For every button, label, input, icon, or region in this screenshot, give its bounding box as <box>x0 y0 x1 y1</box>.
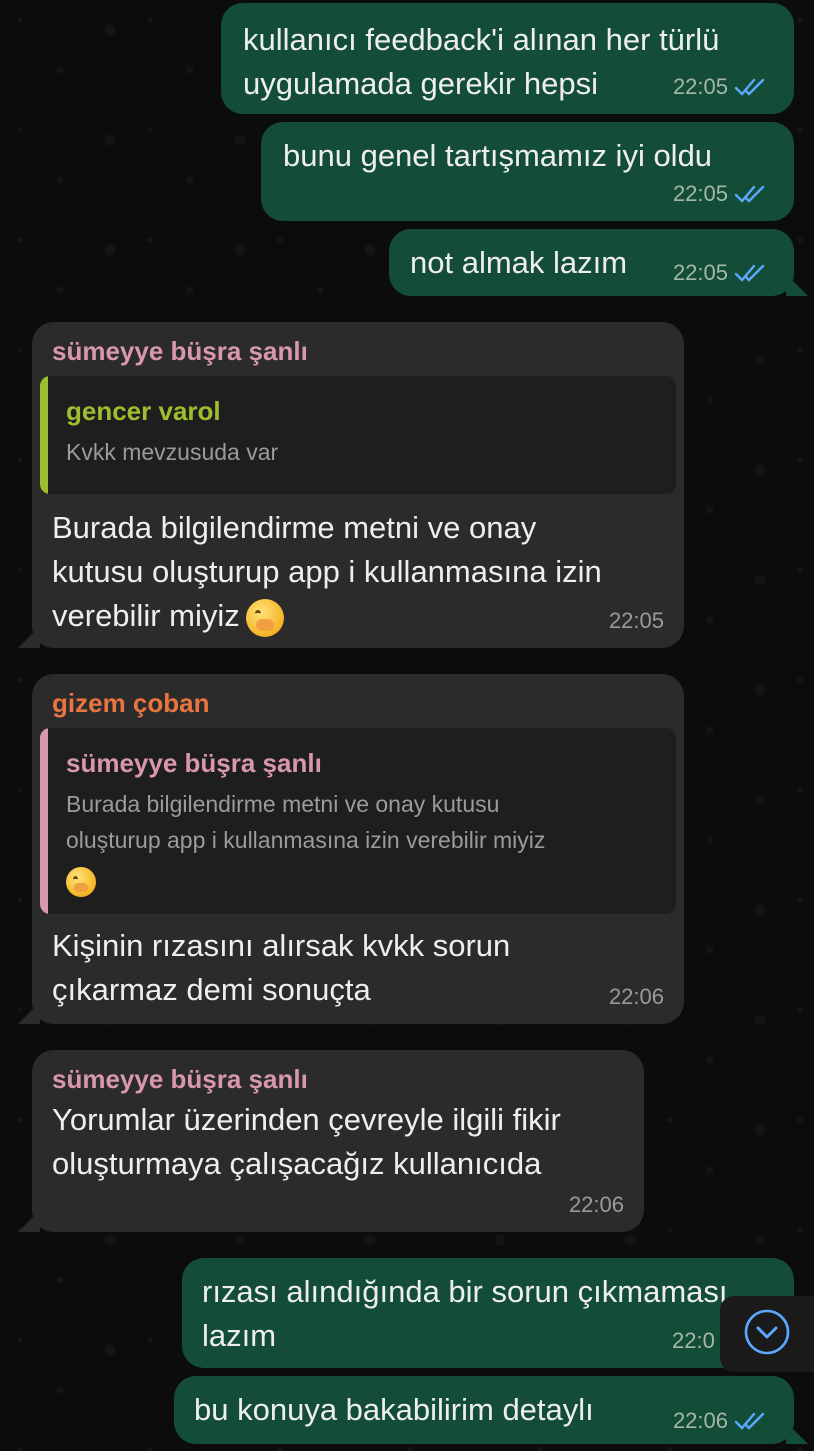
message-time: 22:05 <box>672 74 728 99</box>
outgoing-message[interactable]: kullanıcı feedback'i alınan her türlü uy… <box>221 3 794 114</box>
incoming-message[interactable]: sümeyye büşra şanlı Yorumlar üzerinden ç… <box>18 1050 644 1232</box>
quote-accent-bar <box>40 376 48 494</box>
message-meta: 22:05 <box>609 608 664 634</box>
sender-name: sümeyye büşra şanlı <box>52 1064 308 1094</box>
message-meta: 22:0 <box>672 1328 715 1354</box>
message-time: 22:06 <box>608 984 664 1009</box>
message-time: 22:05 <box>672 181 728 206</box>
message-meta: 22:06 <box>609 984 664 1010</box>
quoted-message[interactable]: sümeyye büşra şanlı Burada bilgilendirme… <box>40 728 676 914</box>
double-check-icon <box>734 184 766 204</box>
quote-text: Kvkk mevzusuda var <box>66 439 279 465</box>
message-text: Burada bilgilendirme metni ve onay kutus… <box>52 510 602 633</box>
message-meta: 22:06 <box>673 1408 766 1434</box>
message-meta: 22:05 <box>673 74 766 100</box>
message-text: bu konuya bakabilirim detaylı <box>194 1392 594 1427</box>
outgoing-message[interactable]: not almak lazım 22:05 <box>389 229 808 296</box>
outgoing-message[interactable]: bu konuya bakabilirim detaylı 22:06 <box>174 1376 808 1444</box>
outgoing-message[interactable]: rızası alındığında bir sorun çıkmaması l… <box>182 1258 794 1368</box>
face-with-hand-over-mouth-icon <box>245 598 284 637</box>
incoming-message[interactable]: gizem çoban sümeyye büşra şanlı Burada b… <box>18 674 684 1024</box>
message-time: 22:06 <box>672 1408 728 1433</box>
face-with-hand-over-mouth-icon <box>66 866 96 897</box>
chevron-down-circle-icon <box>743 1308 791 1361</box>
message-time: 22:05 <box>608 608 664 633</box>
message-text: not almak lazım <box>410 245 628 280</box>
outgoing-message[interactable]: bunu genel tartışmamız iyi oldu 22:05 <box>261 122 794 221</box>
scroll-to-bottom-button[interactable] <box>720 1296 814 1372</box>
quoted-message[interactable]: gencer varol Kvkk mevzusuda var <box>40 376 676 494</box>
quote-sender-name: sümeyye büşra şanlı <box>66 748 322 778</box>
double-check-icon <box>734 1411 766 1431</box>
message-meta: 22:05 <box>673 260 766 286</box>
double-check-icon <box>734 263 766 283</box>
quote-text: Burada bilgilendirme metni ve onay kutus… <box>66 791 546 853</box>
message-text: Yorumlar üzerinden çevreyle ilgili fikir… <box>52 1102 561 1181</box>
message-meta: 22:06 <box>569 1192 624 1218</box>
quote-sender-name: gencer varol <box>66 396 221 426</box>
message-time: 22:05 <box>672 260 728 285</box>
quote-accent-bar <box>40 728 48 914</box>
incoming-message[interactable]: sümeyye büşra şanlı gencer varol Kvkk me… <box>18 322 684 648</box>
message-text: rızası alındığında bir sorun çıkmaması l… <box>202 1274 728 1353</box>
double-check-icon <box>734 77 766 97</box>
message-text: kullanıcı feedback'i alınan her türlü uy… <box>243 22 720 101</box>
sender-name: gizem çoban <box>52 688 210 718</box>
message-time: 22:06 <box>568 1192 624 1217</box>
message-text: Kişinin rızasını alırsak kvkk sorun çıka… <box>52 928 511 1007</box>
message-meta: 22:05 <box>673 181 766 207</box>
sender-name: sümeyye büşra şanlı <box>52 336 308 366</box>
message-time: 22:0 <box>672 1328 715 1353</box>
message-text: bunu genel tartışmamız iyi oldu <box>283 138 713 173</box>
